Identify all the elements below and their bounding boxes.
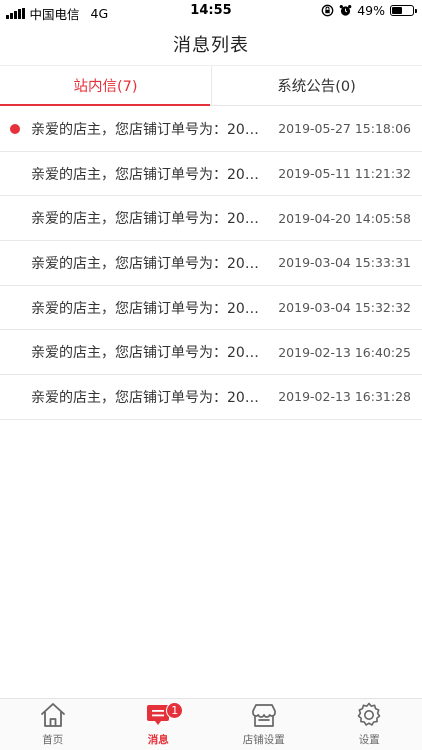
tabbar-settings[interactable]: 设置 <box>317 699 422 750</box>
message-time: 2019-02-13 16:40:25 <box>278 344 411 360</box>
message-time: 2019-03-04 15:33:31 <box>278 255 411 271</box>
message-time: 2019-04-20 14:05:58 <box>278 210 411 226</box>
battery-fill <box>392 7 402 14</box>
nav-bar: 消息列表 <box>0 22 422 66</box>
page-title: 消息列表 <box>173 34 249 56</box>
message-time: 2019-05-11 11:21:32 <box>278 166 411 182</box>
tab-announcements-label: 系统公告(0) <box>277 79 356 95</box>
message-row[interactable]: 亲爱的店主，您店铺订单号为：2019030415333100001 2019-0… <box>0 241 422 286</box>
message-text: 亲爱的店主，您店铺订单号为：2019051111213200001 <box>31 166 263 183</box>
message-text: 亲爱的店主，您店铺订单号为：2019052715180600001 <box>31 121 263 138</box>
status-bar: 中国电信 4G 14:55 49% <box>0 0 422 22</box>
message-list: 亲爱的店主，您店铺订单号为：2019052715180600001 2019-0… <box>0 107 422 420</box>
tab-inbox-label: 站内信(7) <box>73 79 138 95</box>
gear-icon <box>357 702 381 726</box>
tab-inbox[interactable]: 站内信(7) <box>0 66 211 106</box>
status-right: 49% <box>321 3 417 18</box>
message-text: 亲爱的店主，您店铺订单号为：2019021316402500001 <box>31 345 263 362</box>
unread-badge: 1 <box>166 702 184 719</box>
tabbar-settings-label: 设置 <box>358 734 380 746</box>
message-text: 亲爱的店主，您店铺订单号为：2019030415333100001 <box>31 255 263 272</box>
message-row[interactable]: 亲爱的店主，您店铺订单号为：2019021316312800001 2019-0… <box>0 375 422 420</box>
message-row[interactable]: 亲爱的店主，您店铺订单号为：2019021316402500001 2019-0… <box>0 330 422 376</box>
message-time: 2019-02-13 16:31:28 <box>278 389 411 405</box>
bottom-tab-bar: 首页 1 消息 店铺设置 设置 <box>0 698 422 750</box>
orientation-lock-icon <box>321 4 334 17</box>
tabbar-home-label: 首页 <box>42 734 64 746</box>
unread-dot <box>10 123 20 134</box>
battery-icon <box>390 5 417 16</box>
tabbar-messages[interactable]: 1 消息 <box>106 699 212 750</box>
tabbar-store-settings-label: 店铺设置 <box>242 734 285 746</box>
tabbar-store-settings[interactable]: 店铺设置 <box>211 699 317 750</box>
message-row[interactable]: 亲爱的店主，您店铺订单号为：2019030415323200001 2019-0… <box>0 286 422 331</box>
tabbar-home[interactable]: 首页 <box>0 699 106 750</box>
home-icon <box>40 703 65 727</box>
message-text: 亲爱的店主，您店铺订单号为：2019042014055800001 <box>31 211 263 228</box>
message-row[interactable]: 亲爱的店主，您店铺订单号为：2019052715180600001 2019-0… <box>0 107 422 152</box>
message-text: 亲爱的店主，您店铺订单号为：2019030415323200001 <box>31 300 263 317</box>
message-time: 2019-03-04 15:32:32 <box>278 300 411 316</box>
message-row[interactable]: 亲爱的店主，您店铺订单号为：2019051111213200001 2019-0… <box>0 152 422 197</box>
store-icon <box>251 704 276 727</box>
message-row[interactable]: 亲爱的店主，您店铺订单号为：2019042014055800001 2019-0… <box>0 196 422 242</box>
message-text: 亲爱的店主，您店铺订单号为：2019021316312800001 <box>31 389 263 406</box>
tabbar-messages-label: 消息 <box>147 734 169 746</box>
message-tabs: 站内信(7) 系统公告(0) <box>0 66 422 106</box>
battery-percent: 49% <box>357 3 385 18</box>
alarm-icon <box>339 5 352 16</box>
message-time: 2019-05-27 15:18:06 <box>278 121 411 137</box>
tab-announcements[interactable]: 系统公告(0) <box>211 66 422 105</box>
